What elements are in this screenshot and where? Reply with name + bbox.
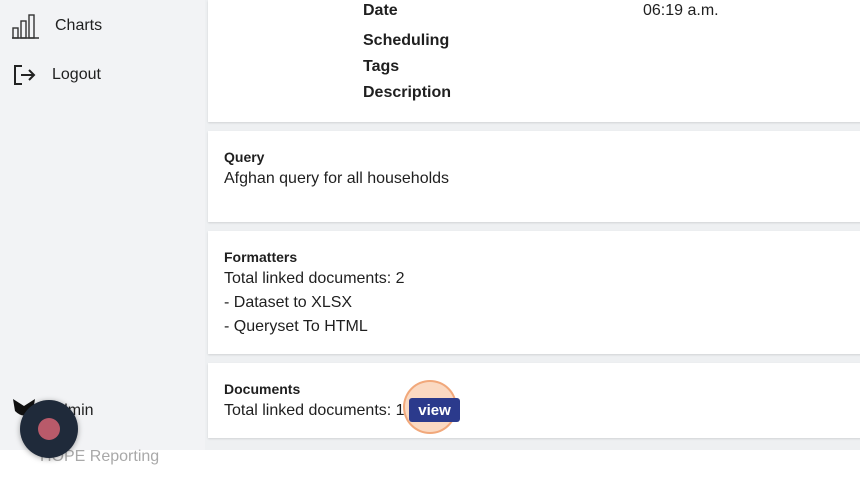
list-item: - Dataset to XLSX <box>224 294 353 311</box>
record-dot-icon <box>38 418 60 440</box>
documents-title: Documents <box>224 381 301 397</box>
sidebar-item-charts[interactable]: Charts <box>12 12 102 40</box>
formatters-title: Formatters <box>224 249 298 265</box>
formatters-card: Formatters Total linked documents: 2 - D… <box>208 231 860 354</box>
field-label-description: Description <box>363 84 452 101</box>
field-label-scheduling: Scheduling <box>363 32 450 49</box>
bar-chart-icon <box>12 12 42 40</box>
list-item: - Queryset To HTML <box>224 318 368 335</box>
formatters-count: Total linked documents: 2 <box>224 270 405 287</box>
documents-count: Total linked documents: 1 <box>224 402 405 419</box>
field-label-date: Date <box>363 2 398 19</box>
sidebar-item-label: Charts <box>55 17 103 34</box>
query-text: Afghan query for all households <box>224 170 450 187</box>
query-title: Query <box>224 149 265 165</box>
sidebar-item-label: Logout <box>52 66 101 83</box>
sidebar-item-logout[interactable]: Logout <box>12 61 101 89</box>
field-value-date: 06:19 a.m. <box>643 2 719 19</box>
query-card: Query Afghan query for all households <box>208 131 860 222</box>
documents-card: Documents Total linked documents: 1 view <box>208 363 860 438</box>
report-info-card: Date 06:19 a.m. Scheduling Tags Descript… <box>208 0 860 122</box>
field-label-tags: Tags <box>363 58 400 75</box>
sidebar: Charts Logout admin HOPE Reporting <box>0 0 205 465</box>
logout-icon <box>12 61 42 89</box>
view-documents-button[interactable]: view <box>409 398 460 422</box>
view-button-label: view <box>418 401 451 419</box>
record-button[interactable] <box>20 400 78 458</box>
main-content: Date 06:19 a.m. Scheduling Tags Descript… <box>205 0 860 450</box>
